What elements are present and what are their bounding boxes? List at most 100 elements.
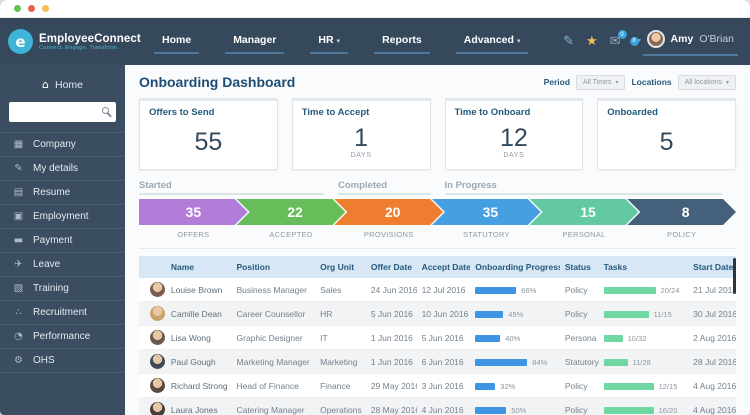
nav-item-home[interactable]: Home	[154, 30, 199, 54]
nav-item-label: Advanced	[464, 34, 514, 46]
sidebar-item-performance[interactable]: ◔Performance	[0, 324, 125, 348]
sidebar-item-company[interactable]: ▦Company	[0, 132, 125, 156]
kpi-card-2: Time to Accept1DAYS	[292, 98, 431, 170]
cell-progress: 66%	[470, 278, 560, 302]
cell-offer-date: 28 May 2016	[366, 398, 417, 415]
cell-avatar	[139, 398, 166, 415]
window-button-close[interactable]	[14, 5, 21, 12]
sidebar-item-leave[interactable]: ✈Leave	[0, 252, 125, 276]
cell-offer-date: 29 May 2016	[366, 374, 417, 398]
sidebar-item-resume[interactable]: ▤Resume	[0, 180, 125, 204]
tasks-bar	[604, 407, 654, 414]
nav-item-advanced[interactable]: Advanced▾	[456, 30, 529, 54]
search-input[interactable]	[9, 102, 116, 122]
brand[interactable]: e EmployeeConnect Connect. Engage. Trans…	[0, 29, 128, 54]
col-header-onboarding-progress: Onboarding Progress	[470, 256, 560, 278]
avatar	[647, 30, 665, 48]
sidebar-item-my-details[interactable]: ✎My details	[0, 156, 125, 180]
funnel-stage-label: STATUTORY	[432, 230, 541, 239]
cell-org-unit: Sales	[315, 278, 366, 302]
window-button-minimize[interactable]	[28, 5, 35, 12]
tasks-bar	[604, 335, 623, 342]
period-label: Period	[544, 77, 570, 87]
table-row[interactable]: Camille DeanCareer CounsellorHR5 Jun 201…	[139, 302, 736, 326]
funnel-group-label: Completed	[338, 180, 431, 191]
cell-status: Policy	[560, 374, 599, 398]
funnel-stage-value: 22	[287, 204, 303, 220]
cell-avatar	[139, 302, 166, 326]
app-window: e EmployeeConnect Connect. Engage. Trans…	[0, 0, 750, 415]
tasks-label: 10/32	[628, 334, 647, 343]
cell-start-date: 4 Aug 2016	[688, 398, 736, 415]
sidebar-item-payment[interactable]: ▬Payment	[0, 228, 125, 252]
notification-badge: 8	[630, 37, 639, 46]
tasks-bar	[604, 359, 628, 366]
tasks-bar	[604, 287, 656, 294]
cell-name: Lisa Wong	[166, 326, 232, 350]
funnel-stages: 35OFFERS22ACCEPTED20PROVISIONS35STATUTOR…	[139, 199, 736, 239]
locations-value: All locations	[685, 79, 722, 86]
cell-progress: 40%	[470, 326, 560, 350]
sidebar-menu: ▦Company✎My details▤Resume▣Employment▬Pa…	[0, 132, 125, 373]
gear-icon: ⚙	[12, 355, 25, 366]
sidebar-item-recruitment[interactable]: ∴Recruitment	[0, 300, 125, 324]
gauge-icon: ◔	[12, 331, 25, 342]
cell-start-date: 2 Aug 2016	[688, 326, 736, 350]
cell-tasks: 16/20	[599, 398, 689, 415]
funnel-group-completed: Completed	[338, 180, 445, 195]
table-scrollbar[interactable]	[733, 258, 736, 294]
kpi-card-4: Onboarded5	[597, 98, 736, 170]
star-icon[interactable]: ★	[586, 35, 598, 48]
cell-progress: 84%	[470, 350, 560, 374]
table-row[interactable]: Richard StrongHead of FinanceFinance29 M…	[139, 374, 736, 398]
sidebar-item-label: Resume	[33, 187, 70, 198]
pencil-icon-glyph: ✎	[563, 34, 574, 49]
cell-accept-date: 4 Jun 2016	[417, 398, 471, 415]
table-row[interactable]: Louise BrownBusiness ManagerSales24 Jun …	[139, 278, 736, 302]
chevron-down-icon: ▾	[337, 37, 341, 45]
nav-item-manager[interactable]: Manager	[225, 30, 284, 54]
nav-item-hr[interactable]: HR▾	[310, 30, 348, 54]
period-select[interactable]: All Times ▾	[576, 75, 625, 90]
nav-item-reports[interactable]: Reports	[374, 30, 430, 54]
funnel-stage-offers: 35OFFERS	[139, 199, 248, 239]
kpi-title: Offers to Send	[140, 101, 277, 120]
messages-icon[interactable]: ✉0	[610, 35, 621, 48]
cell-accept-date: 3 Jun 2016	[417, 374, 471, 398]
table-row[interactable]: Paul GoughMarketing ManagerMarketing1 Ju…	[139, 350, 736, 374]
progress-label: 32%	[500, 382, 515, 391]
cell-accept-date: 5 Jun 2016	[417, 326, 471, 350]
sidebar-item-training[interactable]: ▧Training	[0, 276, 125, 300]
funnel-group-started: Started	[139, 180, 338, 195]
progress-label: 84%	[532, 358, 547, 367]
table-row[interactable]: Lisa WongGraphic DesignerIT1 Jun 20165 J…	[139, 326, 736, 350]
sidebar-item-ohs[interactable]: ⚙OHS	[0, 348, 125, 373]
kpi-card-1: Offers to Send55	[139, 98, 278, 170]
window-button-maximize[interactable]	[42, 5, 49, 12]
share-icon: ∴	[12, 307, 25, 318]
training-icon: ▧	[12, 283, 25, 294]
cell-tasks: 10/32	[599, 326, 689, 350]
user-menu[interactable]: Amy O'Brian	[643, 27, 738, 56]
cell-start-date: 21 Jul 2016	[688, 278, 736, 302]
locations-select[interactable]: All locations ▾	[678, 75, 736, 90]
table-row[interactable]: Laura JonesCatering ManagerOperations28 …	[139, 398, 736, 415]
table-header-row: NamePositionOrg UnitOffer DateAccept Dat…	[139, 256, 736, 278]
funnel-chevron: 8	[627, 199, 736, 225]
cell-start-date: 4 Aug 2016	[688, 374, 736, 398]
dashboard-filters: Period All Times ▾ Locations All locatio…	[544, 75, 736, 90]
funnel-stage-policy: 8POLICY	[627, 199, 736, 239]
pencil-icon[interactable]: ✎	[563, 35, 574, 48]
funnel-stage-statutory: 35STATUTORY	[432, 199, 541, 239]
search-icon[interactable]	[102, 107, 109, 114]
sidebar-item-employment[interactable]: ▣Employment	[0, 204, 125, 228]
employee-avatar	[150, 330, 165, 345]
cell-position: Career Counsellor	[232, 302, 316, 326]
cell-status: Policy	[560, 302, 599, 326]
col-header-accept-date: Accept Date	[417, 256, 471, 278]
funnel-stage-accepted: 22ACCEPTED	[237, 199, 346, 239]
sidebar-item-home[interactable]: ⌂ Home	[0, 65, 125, 100]
sidebar: ⌂ Home ▦Company✎My details▤Resume▣Employ…	[0, 65, 125, 415]
cell-avatar	[139, 350, 166, 374]
cell-offer-date: 24 Jun 2016	[366, 278, 417, 302]
